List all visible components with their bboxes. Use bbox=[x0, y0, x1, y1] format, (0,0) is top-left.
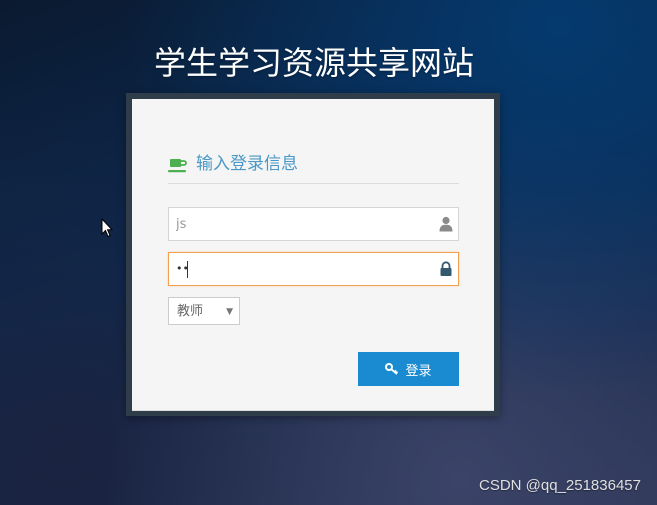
login-button[interactable]: 登录 bbox=[358, 352, 459, 386]
password-field[interactable]: •• bbox=[168, 252, 459, 286]
login-card: 输入登录信息 •• 教师 ▼ 登录 bbox=[132, 99, 494, 411]
username-input[interactable] bbox=[169, 208, 436, 240]
lock-icon bbox=[440, 261, 452, 276]
login-header-text: 输入登录信息 bbox=[196, 154, 298, 174]
text-caret bbox=[187, 261, 188, 278]
user-icon bbox=[439, 216, 453, 232]
watermark: CSDN @qq_251836457 bbox=[478, 477, 641, 494]
mouse-cursor-icon bbox=[101, 218, 113, 238]
role-select-value: 教师 bbox=[177, 304, 204, 319]
chevron-down-icon: ▼ bbox=[226, 307, 233, 317]
username-field[interactable] bbox=[168, 207, 459, 241]
login-button-label: 登录 bbox=[405, 363, 432, 379]
site-title: 学生学习资源共享网站 bbox=[153, 44, 474, 82]
login-header: 输入登录信息 bbox=[168, 153, 459, 184]
role-select[interactable]: 教师 ▼ bbox=[168, 297, 240, 325]
key-icon bbox=[385, 363, 399, 375]
coffee-cup-icon bbox=[168, 159, 187, 173]
login-frame: 输入登录信息 •• 教师 ▼ 登录 bbox=[126, 93, 500, 416]
